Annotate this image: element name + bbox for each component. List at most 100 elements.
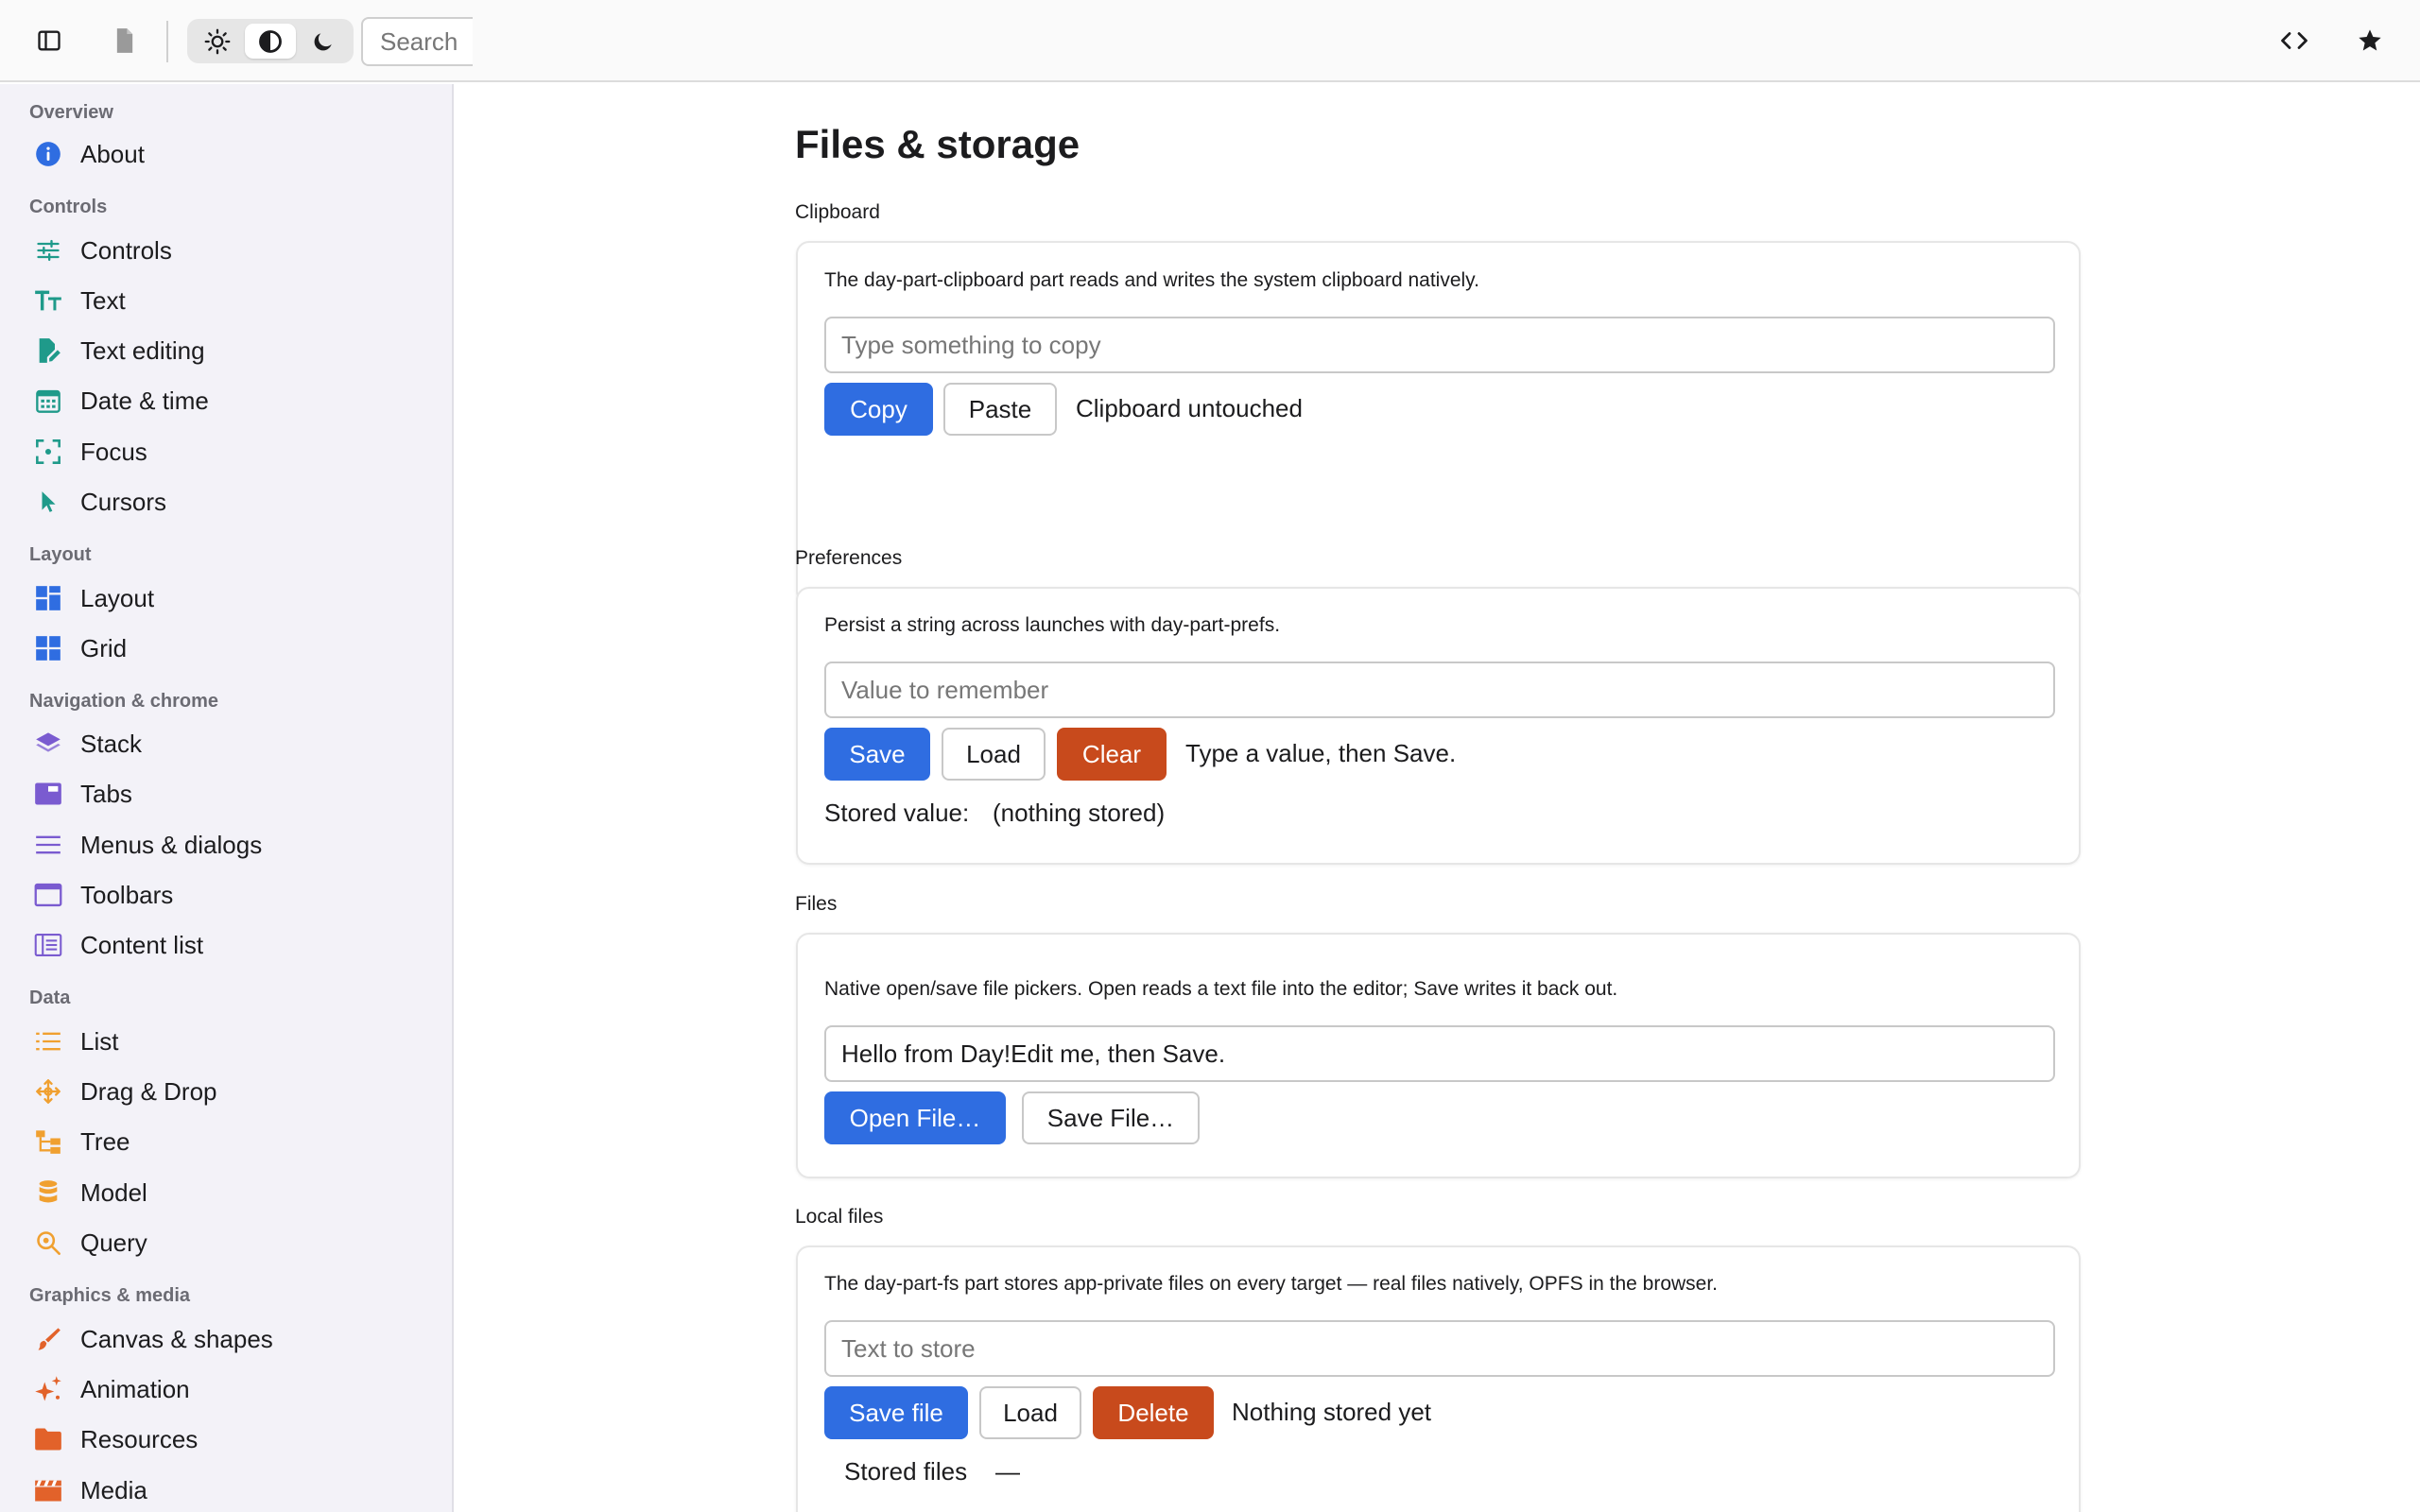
sidebar-item-label: Drag & Drop	[80, 1076, 217, 1106]
save-local-file-button[interactable]: Save file	[824, 1386, 968, 1439]
star-icon	[2359, 29, 2381, 51]
theme-auto-button[interactable]	[245, 24, 296, 59]
theme-light-button[interactable]	[192, 24, 243, 59]
sidebar: Overview About Controls Controls Text Te…	[0, 84, 454, 1512]
sidebar-section-overview: Overview	[29, 102, 113, 123]
sparkle-icon	[35, 1376, 61, 1401]
save-preference-button[interactable]: Save	[824, 728, 930, 781]
sidebar-item-list[interactable]: List	[30, 1020, 446, 1063]
sidebar-item-content-list[interactable]: Content list	[30, 923, 446, 967]
sidebar-item-label: Tabs	[80, 779, 132, 808]
theme-dark-button[interactable]	[298, 24, 349, 59]
document-button[interactable]	[103, 19, 147, 62]
stored-value: (nothing stored)	[993, 799, 1166, 827]
contrast-icon	[259, 29, 282, 53]
sidebar-item-media[interactable]: Media	[30, 1469, 446, 1512]
sidebar-item-label: Date & time	[80, 386, 209, 415]
sidebar-item-label: Canvas & shapes	[80, 1324, 273, 1353]
sidebar-item-grid[interactable]: Grid	[30, 627, 446, 670]
files-description: Native open/save file pickers. Open read…	[824, 978, 1618, 1000]
info-icon	[36, 142, 60, 166]
local-files-section-title: Local files	[795, 1206, 884, 1228]
code-icon	[2281, 32, 2308, 49]
delete-local-file-button[interactable]: Delete	[1093, 1386, 1214, 1439]
sidebar-item-label: Focus	[80, 437, 147, 466]
sidebar-section-data: Data	[29, 988, 71, 1008]
stored-files-value: —	[995, 1457, 1020, 1486]
sidebar-item-date-time[interactable]: Date & time	[30, 379, 446, 422]
theme-switcher	[187, 19, 354, 63]
files-section-title: Files	[795, 893, 838, 915]
menu-icon	[36, 835, 60, 854]
sidebar-item-layout[interactable]: Layout	[30, 576, 446, 620]
sidebar-section-controls: Controls	[29, 197, 108, 217]
calendar-icon	[36, 389, 60, 413]
sidebar-item-query[interactable]: Query	[30, 1221, 446, 1264]
clipboard-input[interactable]	[824, 317, 2055, 373]
stored-value-label: Stored value:	[824, 799, 970, 827]
local-files-card: The day-part-fs part stores app-private …	[796, 1246, 2081, 1512]
clipboard-description: The day-part-clipboard part reads and wr…	[824, 269, 1479, 291]
search-icon	[37, 1231, 60, 1255]
list-icon	[36, 1032, 60, 1051]
sidebar-item-animation[interactable]: Animation	[30, 1367, 446, 1411]
sidebar-item-label: Grid	[80, 633, 128, 662]
sidebar-item-label: Controls	[80, 235, 172, 265]
favorite-button[interactable]	[2348, 19, 2392, 62]
files-card: Native open/save file pickers. Open read…	[796, 933, 2081, 1178]
search-input[interactable]	[361, 17, 473, 66]
sidebar-item-canvas-shapes[interactable]: Canvas & shapes	[30, 1317, 446, 1361]
save-file-button[interactable]: Save File…	[1022, 1091, 1200, 1144]
clipboard-section-title: Clipboard	[795, 201, 880, 223]
local-files-description: The day-part-fs part stores app-private …	[824, 1273, 1719, 1295]
folder-icon	[35, 1428, 61, 1451]
open-file-button[interactable]: Open File…	[824, 1091, 1006, 1144]
sidebar-item-resources[interactable]: Resources	[30, 1418, 446, 1461]
sidebar-item-about[interactable]: About	[30, 132, 446, 176]
sidebar-item-label: List	[80, 1026, 119, 1056]
clipboard-status: Clipboard untouched	[1076, 394, 1303, 422]
sidebar-item-controls[interactable]: Controls	[30, 229, 446, 272]
copy-button[interactable]: Copy	[824, 383, 933, 436]
sidebar-item-tabs[interactable]: Tabs	[30, 772, 446, 816]
layers-icon	[36, 732, 60, 752]
view-source-button[interactable]	[2273, 19, 2316, 62]
sidebar-item-label: Layout	[80, 583, 155, 612]
sidebar-item-text[interactable]: Text	[30, 279, 446, 322]
local-file-text-input[interactable]	[824, 1320, 2055, 1377]
sidebar-item-tree[interactable]: Tree	[30, 1120, 446, 1163]
load-preference-button[interactable]: Load	[942, 728, 1046, 781]
paste-button[interactable]: Paste	[943, 383, 1057, 436]
preferences-status: Type a value, then Save.	[1185, 739, 1457, 767]
sidebar-item-text-editing[interactable]: Text editing	[30, 329, 446, 372]
sidebar-section-graphics: Graphics & media	[29, 1285, 191, 1306]
main-content: Files & storage Clipboard The day-part-c…	[456, 84, 2420, 1512]
clapperboard-icon	[35, 1480, 61, 1502]
clipboard-card: The day-part-clipboard part reads and wr…	[796, 241, 2081, 604]
sidebar-item-label: About	[80, 139, 145, 168]
edit-document-icon	[39, 338, 60, 363]
sidebar-item-menus-dialogs[interactable]: Menus & dialogs	[30, 823, 446, 867]
clear-preference-button[interactable]: Clear	[1057, 728, 1167, 781]
sidebar-toggle-button[interactable]	[27, 19, 71, 62]
sidebar-item-label: Resources	[80, 1424, 199, 1453]
toolbar-divider	[166, 21, 168, 62]
sidebar-section-layout: Layout	[29, 544, 92, 565]
top-toolbar	[0, 0, 2420, 82]
local-files-status: Nothing stored yet	[1232, 1398, 1432, 1426]
document-icon	[116, 28, 133, 53]
sidebar-item-focus[interactable]: Focus	[30, 430, 446, 473]
preference-value-input[interactable]	[824, 662, 2055, 718]
sidebar-item-label: Text editing	[80, 335, 205, 365]
preferences-section-title: Preferences	[795, 547, 903, 569]
sidebar-item-model[interactable]: Model	[30, 1171, 446, 1214]
sidebar-item-label: Toolbars	[80, 880, 174, 909]
file-editor-input[interactable]	[824, 1025, 2055, 1082]
sidebar-item-toolbars[interactable]: Toolbars	[30, 873, 446, 917]
load-local-file-button[interactable]: Load	[979, 1386, 1081, 1439]
sidebar-item-cursors[interactable]: Cursors	[30, 480, 446, 524]
tabs-icon	[35, 782, 61, 805]
sidebar-item-stack[interactable]: Stack	[30, 722, 446, 765]
sidebar-item-drag-drop[interactable]: Drag & Drop	[30, 1070, 446, 1113]
tree-icon	[36, 1130, 60, 1154]
